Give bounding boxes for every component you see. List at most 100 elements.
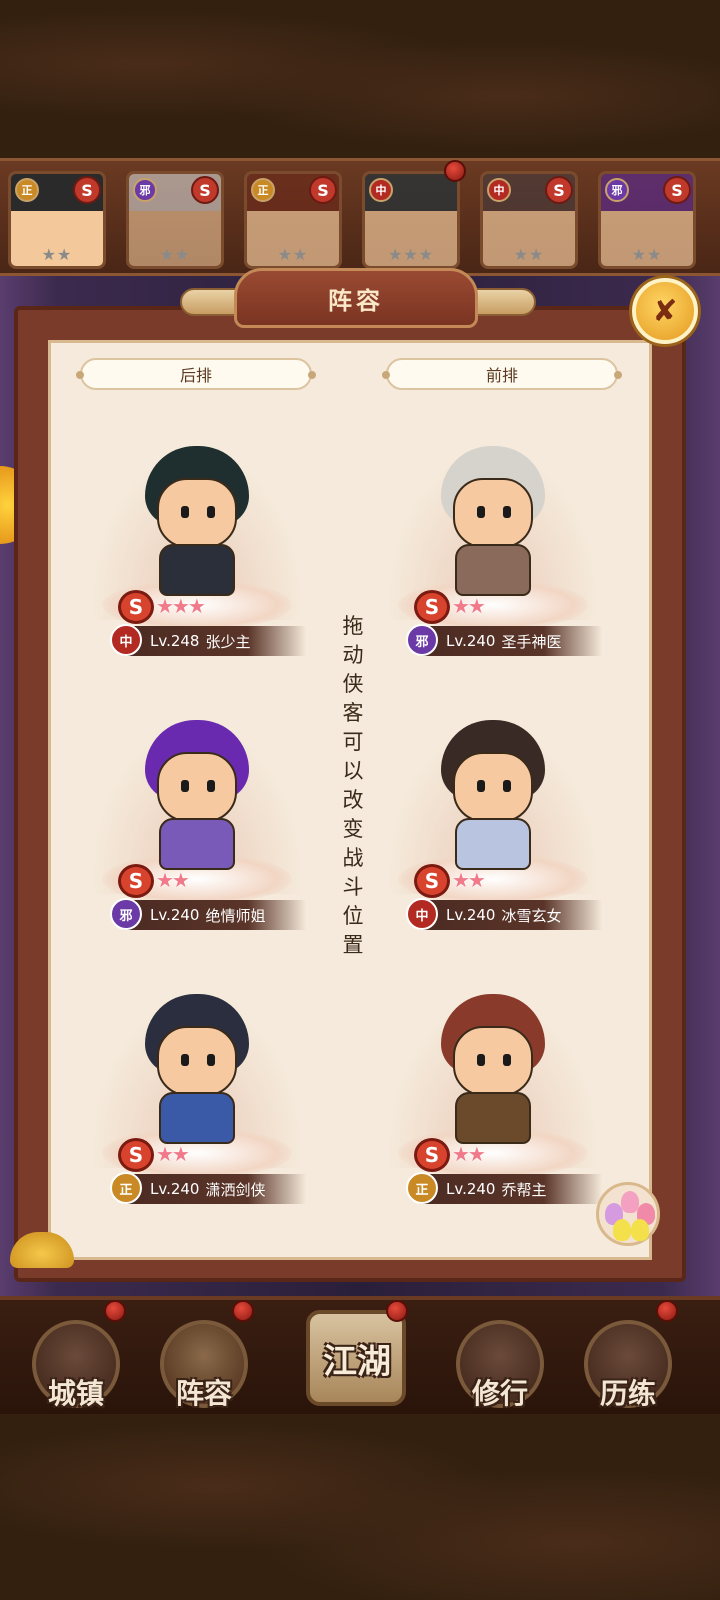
- hero-slot-back-3[interactable]: S ★★ Lv.240 潇洒剑侠 正: [84, 988, 310, 1228]
- hero-figure: [127, 988, 267, 1158]
- roster-hero-card[interactable]: 中 ★★★: [362, 171, 460, 269]
- faction-badge: 中: [110, 624, 142, 656]
- hero-name: 潇洒剑侠: [205, 1180, 266, 1199]
- hero-head: [453, 1026, 533, 1096]
- s-rank-icon: S: [414, 1138, 450, 1172]
- roster-hero-card[interactable]: 正 S ★★: [8, 171, 106, 269]
- hero-body: [159, 1092, 235, 1144]
- bottom-background: [0, 1410, 720, 1600]
- hero-level: Lv.240: [446, 1180, 496, 1198]
- s-rank-icon: S: [414, 590, 450, 624]
- hero-figure: [127, 440, 267, 610]
- drag-hint-text: 拖动侠客可以改变战斗位置: [342, 614, 364, 957]
- hero-head: [157, 478, 237, 548]
- star-rating: ★★: [452, 868, 486, 892]
- hero-level: Lv.240: [446, 632, 496, 650]
- nav-label: 城镇: [47, 1377, 104, 1410]
- s-rank-icon: S: [309, 176, 337, 204]
- s-rank-icon: S: [73, 176, 101, 204]
- hero-name: 绝情师姐: [205, 906, 266, 925]
- star-rating: ★★: [452, 1142, 486, 1166]
- roster-hero-card[interactable]: 正 S ★★: [244, 171, 342, 269]
- faction-badge: 正: [406, 1172, 438, 1204]
- close-button[interactable]: ✘: [632, 278, 698, 344]
- hero-head: [157, 1026, 237, 1096]
- nav-training[interactable]: 修行: [452, 1320, 548, 1412]
- hero-level: Lv.248: [150, 632, 200, 650]
- faction-badge: 邪: [406, 624, 438, 656]
- notification-dot: [656, 1300, 678, 1322]
- top-background: [0, 0, 720, 160]
- faction-badge: 中: [487, 178, 511, 202]
- nav-town[interactable]: 城镇: [28, 1320, 124, 1412]
- hero-name: 张少主: [205, 632, 251, 651]
- hero-body: [455, 818, 531, 870]
- nav-label: 历练: [599, 1377, 656, 1410]
- hero-eye: [477, 506, 485, 518]
- s-rank-icon: S: [118, 1138, 154, 1172]
- hero-slot-back-2[interactable]: S ★★ Lv.240 绝情师姐 邪: [84, 714, 310, 954]
- notification-dot: [386, 1300, 408, 1322]
- hero-level: Lv.240: [150, 906, 200, 924]
- hero-eye: [503, 506, 511, 518]
- notification-dot: [444, 160, 466, 182]
- nav-label: 江湖: [323, 1342, 391, 1382]
- notification-dot: [104, 1300, 126, 1322]
- faction-badge: 正: [251, 178, 275, 202]
- s-rank-icon: S: [191, 176, 219, 204]
- back-row-label: 后排: [76, 358, 316, 390]
- hero-slot-front-1[interactable]: S ★★ Lv.240 圣手神医 邪: [380, 440, 606, 680]
- s-rank-icon: S: [118, 864, 154, 898]
- roster-hero-card[interactable]: 邪 S ★★: [598, 171, 696, 269]
- nav-formation[interactable]: 阵容: [156, 1320, 252, 1412]
- flower-ornament-icon: [596, 1182, 660, 1246]
- faction-badge: 正: [15, 178, 39, 202]
- hero-name: 冰雪玄女: [501, 906, 562, 925]
- hero-head: [453, 478, 533, 548]
- hero-figure: [423, 988, 563, 1158]
- hero-name: 乔帮主: [501, 1180, 547, 1199]
- hero-eye: [477, 780, 485, 792]
- star-rating: ★★★: [387, 245, 435, 264]
- star-rating: ★★★: [156, 594, 206, 618]
- star-rating: ★★: [156, 1142, 190, 1166]
- panel-title: 阵容: [234, 268, 478, 328]
- star-rating: ★★: [277, 245, 309, 264]
- nav-trial[interactable]: 历练: [580, 1320, 676, 1412]
- hero-body: [159, 544, 235, 596]
- faction-badge: 中: [369, 178, 393, 202]
- s-rank-icon: S: [414, 864, 450, 898]
- hero-eye: [207, 1054, 215, 1066]
- faction-badge: 正: [110, 1172, 142, 1204]
- nav-label: 修行: [471, 1377, 528, 1410]
- hero-eye: [503, 780, 511, 792]
- hero-slot-front-3[interactable]: S ★★ Lv.240 乔帮主 正: [380, 988, 606, 1228]
- roster-hero-card[interactable]: 邪 S ★★: [126, 171, 224, 269]
- hero-head: [157, 752, 237, 822]
- s-rank-icon: S: [118, 590, 154, 624]
- faction-badge: 邪: [133, 178, 157, 202]
- star-rating: ★★: [631, 245, 663, 264]
- faction-badge: 邪: [605, 178, 629, 202]
- hero-slot-back-1[interactable]: S ★★★ Lv.248 张少主 中: [84, 440, 310, 680]
- s-rank-icon: S: [545, 176, 573, 204]
- star-rating: ★★: [513, 245, 545, 264]
- hero-eye: [207, 780, 215, 792]
- hero-eye: [181, 780, 189, 792]
- front-row-label: 前排: [382, 358, 622, 390]
- hero-head: [453, 752, 533, 822]
- close-icon: ✘: [652, 293, 678, 329]
- notification-dot: [232, 1300, 254, 1322]
- hero-figure: [423, 440, 563, 610]
- nav-label: 阵容: [175, 1377, 232, 1410]
- hero-slot-front-2[interactable]: S ★★ Lv.240 冰雪玄女 中: [380, 714, 606, 954]
- hero-figure: [127, 714, 267, 884]
- roster-hero-card[interactable]: 中 S ★★: [480, 171, 578, 269]
- hero-eye: [181, 506, 189, 518]
- hero-roster-strip: 正 S ★★ 邪 S ★★ 正 S ★★ 中 ★★★ 中 S ★★ 邪 S ★★: [0, 158, 720, 276]
- s-rank-icon: S: [663, 176, 691, 204]
- faction-badge: 中: [406, 898, 438, 930]
- hero-body: [455, 1092, 531, 1144]
- star-rating: ★★: [159, 245, 191, 264]
- hero-level: Lv.240: [446, 906, 496, 924]
